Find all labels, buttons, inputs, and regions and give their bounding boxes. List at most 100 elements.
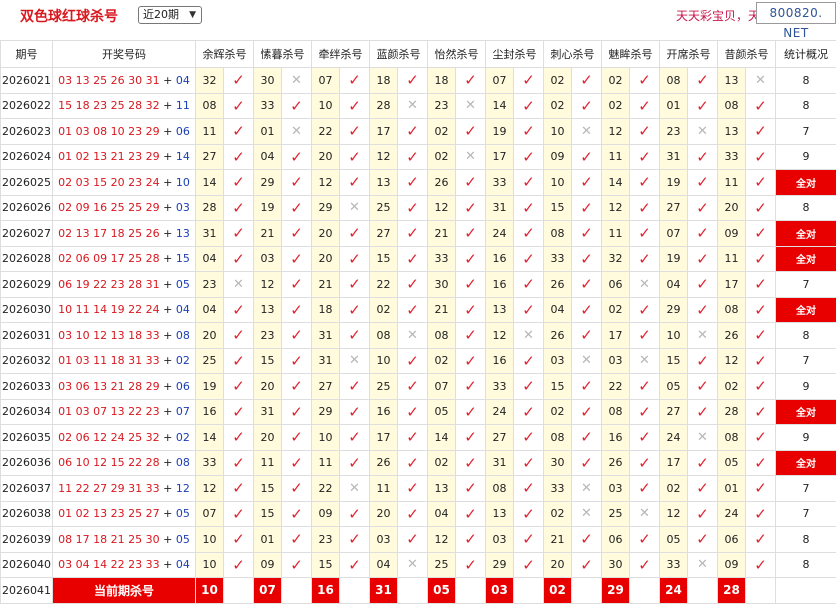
kill-number: 09 bbox=[254, 552, 282, 578]
kill-number: 20 bbox=[544, 552, 572, 578]
blue-ball-number: 13 bbox=[176, 227, 190, 240]
result-mark: ✓ bbox=[282, 450, 312, 476]
kill-number: 18 bbox=[428, 68, 456, 94]
kill-number: 16 bbox=[370, 399, 398, 425]
check-icon: ✓ bbox=[406, 301, 419, 319]
kill-number: 13 bbox=[486, 297, 514, 323]
cross-icon: ✕ bbox=[465, 98, 476, 113]
kill-number: 29 bbox=[660, 297, 688, 323]
kill-number: 17 bbox=[602, 323, 630, 349]
result-mark: ✓ bbox=[224, 476, 254, 502]
kill-number: 27 bbox=[370, 221, 398, 247]
current-kill-number: 07 bbox=[254, 578, 282, 604]
kill-number: 17 bbox=[660, 450, 688, 476]
period-select-value: 近20期 bbox=[143, 8, 179, 21]
result-mark: ✓ bbox=[688, 374, 718, 400]
summary-count: 8 bbox=[776, 527, 836, 553]
check-icon: ✓ bbox=[232, 377, 245, 395]
check-icon: ✓ bbox=[348, 505, 361, 523]
empty-cell bbox=[630, 578, 660, 604]
period-select[interactable]: 近20期 ▼ bbox=[138, 6, 202, 24]
current-kill-number: 02 bbox=[544, 578, 572, 604]
issue-number: 2026026 bbox=[1, 195, 53, 221]
result-mark: ✕ bbox=[688, 323, 718, 349]
kill-number: 09 bbox=[718, 552, 746, 578]
summary-count: 7 bbox=[776, 119, 836, 145]
draw-numbers: 03 13 25 26 30 31 + 04 bbox=[53, 68, 196, 94]
check-icon: ✓ bbox=[348, 428, 361, 446]
result-mark: ✓ bbox=[630, 476, 660, 502]
plus-sign: + bbox=[160, 329, 176, 342]
cross-icon: ✕ bbox=[291, 124, 302, 139]
kill-number: 26 bbox=[602, 450, 630, 476]
kill-number: 33 bbox=[486, 170, 514, 196]
kill-number: 20 bbox=[718, 195, 746, 221]
issue-number: 2026021 bbox=[1, 68, 53, 94]
check-icon: ✓ bbox=[406, 71, 419, 89]
result-mark: ✓ bbox=[456, 297, 486, 323]
kill-number: 27 bbox=[660, 399, 688, 425]
check-icon: ✓ bbox=[638, 377, 651, 395]
check-icon: ✓ bbox=[522, 352, 535, 370]
check-icon: ✓ bbox=[406, 403, 419, 421]
check-icon: ✓ bbox=[638, 199, 651, 217]
check-icon: ✓ bbox=[406, 454, 419, 472]
all-correct-badge: 全对 bbox=[776, 221, 836, 247]
result-mark: ✓ bbox=[688, 68, 718, 94]
blue-ball-number: 15 bbox=[176, 252, 190, 265]
check-icon: ✓ bbox=[638, 250, 651, 268]
result-mark: ✓ bbox=[340, 399, 370, 425]
plus-sign: + bbox=[160, 176, 176, 189]
summary-count: 9 bbox=[776, 144, 836, 170]
kill-number: 29 bbox=[486, 552, 514, 578]
issue-number: 2026022 bbox=[1, 93, 53, 119]
check-icon: ✓ bbox=[754, 479, 767, 497]
check-icon: ✓ bbox=[580, 403, 593, 421]
issue-number: 2026029 bbox=[1, 272, 53, 298]
check-icon: ✓ bbox=[232, 301, 245, 319]
result-mark: ✓ bbox=[282, 348, 312, 374]
red-ball-numbers: 01 02 13 23 25 27 bbox=[58, 507, 159, 520]
result-mark: ✓ bbox=[630, 450, 660, 476]
current-kill-number: 31 bbox=[370, 578, 398, 604]
check-icon: ✓ bbox=[580, 301, 593, 319]
draw-numbers: 01 03 08 10 23 29 + 06 bbox=[53, 119, 196, 145]
summary-count: 9 bbox=[776, 425, 836, 451]
all-correct-badge: 全对 bbox=[776, 170, 836, 196]
site-badge[interactable]: 800820. NET bbox=[756, 2, 836, 24]
check-icon: ✓ bbox=[638, 479, 651, 497]
result-mark: ✓ bbox=[630, 246, 660, 272]
result-mark: ✓ bbox=[514, 119, 544, 145]
check-icon: ✓ bbox=[522, 224, 535, 242]
kill-number: 31 bbox=[486, 195, 514, 221]
kill-number: 04 bbox=[544, 297, 572, 323]
kill-number: 19 bbox=[254, 195, 282, 221]
check-icon: ✓ bbox=[638, 122, 651, 140]
result-mark: ✓ bbox=[456, 399, 486, 425]
red-ball-numbers: 01 02 13 21 23 29 bbox=[58, 150, 159, 163]
check-icon: ✓ bbox=[290, 556, 303, 574]
kill-number: 07 bbox=[428, 374, 456, 400]
kill-number: 32 bbox=[196, 68, 224, 94]
result-mark: ✓ bbox=[340, 323, 370, 349]
table-row: 202603010 11 14 19 22 24 + 0404✓13✓18✓02… bbox=[1, 297, 836, 323]
result-mark: ✓ bbox=[630, 170, 660, 196]
kill-number: 04 bbox=[428, 501, 456, 527]
check-icon: ✓ bbox=[638, 403, 651, 421]
result-mark: ✓ bbox=[456, 272, 486, 298]
kill-number: 29 bbox=[312, 399, 340, 425]
result-mark: ✓ bbox=[630, 323, 660, 349]
result-mark: ✓ bbox=[456, 552, 486, 578]
result-mark: ✓ bbox=[456, 323, 486, 349]
result-mark: ✓ bbox=[282, 501, 312, 527]
draw-numbers: 01 02 13 23 25 27 + 05 bbox=[53, 501, 196, 527]
kill-number: 06 bbox=[602, 527, 630, 553]
chevron-down-icon: ▼ bbox=[189, 7, 196, 23]
issue-number: 2026041 bbox=[1, 578, 53, 604]
kill-number: 10 bbox=[196, 552, 224, 578]
kill-number: 13 bbox=[370, 170, 398, 196]
all-correct-badge: 全对 bbox=[776, 297, 836, 323]
column-header: 魅眸杀号 bbox=[602, 41, 660, 68]
all-correct-badge: 全对 bbox=[776, 399, 836, 425]
plus-sign: + bbox=[160, 405, 176, 418]
